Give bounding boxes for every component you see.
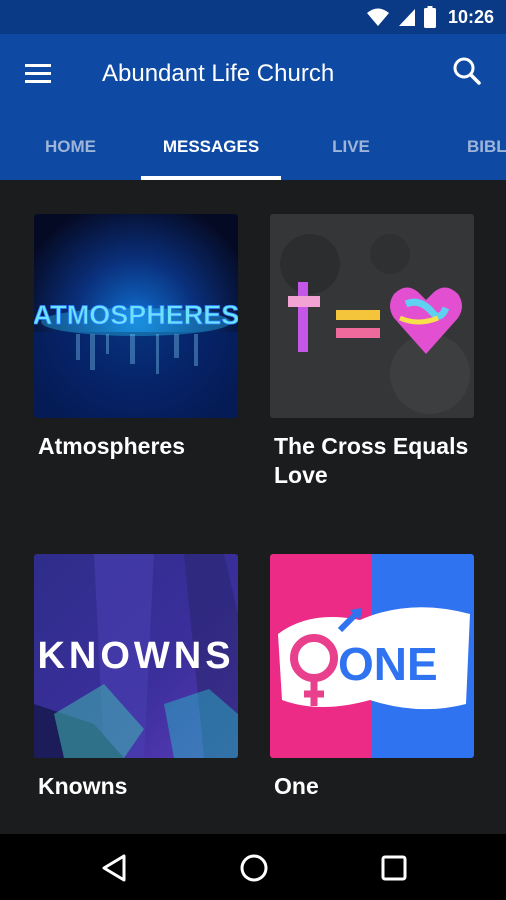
back-icon <box>102 854 126 882</box>
search-button[interactable] <box>450 54 484 88</box>
artwork-text-one: ONE <box>338 638 438 690</box>
battery-icon <box>423 6 436 28</box>
app-bar: Abundant Life Church <box>0 34 506 114</box>
series-artwork-the-cross-equals-love[interactable] <box>270 214 474 418</box>
signal-icon <box>398 9 415 26</box>
wifi-icon <box>366 8 389 26</box>
series-title: The Cross Equals Love <box>274 433 469 488</box>
system-nav-bar <box>0 834 506 900</box>
menu-button[interactable] <box>22 58 58 94</box>
series-title: One <box>274 773 319 799</box>
recents-button[interactable] <box>376 852 412 884</box>
status-bar: 10:26 <box>0 0 506 34</box>
tab-bible[interactable]: BIBLE <box>441 114 506 180</box>
series-title: Atmospheres <box>38 433 185 459</box>
active-tab-indicator <box>141 176 281 180</box>
series-artwork-knowns[interactable]: KNOWNS <box>34 554 238 758</box>
artwork-text-atmospheres: ATMOSPHERES <box>34 300 238 330</box>
tab-bar: HOME MESSAGES LIVE BIBLE <box>0 114 506 180</box>
series-artwork-atmospheres[interactable]: ATMOSPHERES <box>34 214 238 418</box>
home-icon <box>240 854 268 882</box>
artwork-text-knowns: KNOWNS <box>37 635 234 677</box>
tab-live[interactable]: LIVE <box>281 114 421 180</box>
series-title: Knowns <box>38 773 128 799</box>
tab-messages[interactable]: MESSAGES <box>141 114 281 180</box>
clock: 10:26 <box>447 6 494 27</box>
search-icon <box>453 57 481 85</box>
back-button[interactable] <box>96 852 132 884</box>
menu-icon <box>22 58 58 94</box>
series-artwork-one[interactable]: ONE <box>270 554 474 758</box>
tab-home[interactable]: HOME <box>0 114 141 180</box>
status-icons: 10:26 <box>366 0 494 34</box>
app-title: Abundant Life Church <box>102 60 335 87</box>
recents-icon <box>381 855 407 881</box>
home-button[interactable] <box>236 852 272 884</box>
